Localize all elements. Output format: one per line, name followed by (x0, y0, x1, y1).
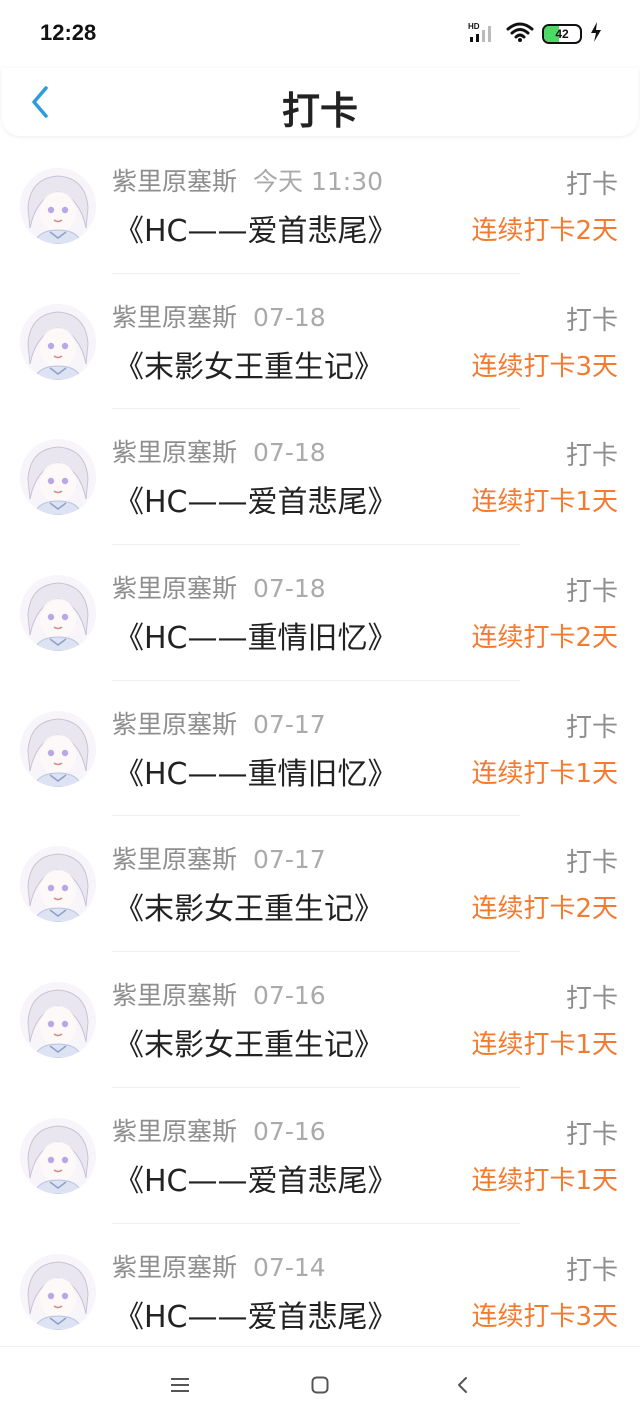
checkin-row[interactable]: 紫里原塞斯 07-18 《HC——重情旧忆》 打卡 连续打卡2天 (0, 545, 640, 681)
record-date: 07-18 (253, 302, 326, 332)
streak-label: 连续打卡2天 (471, 216, 618, 246)
streak-label: 连续打卡1天 (471, 1165, 618, 1196)
book-title[interactable]: 《HC——重情旧忆》 (114, 749, 398, 793)
avatar[interactable] (20, 303, 96, 380)
checkin-row[interactable]: 紫里原塞斯 07-17 《末影女王重生记》 打卡 连续打卡2天 (0, 816, 640, 953)
avatar[interactable] (20, 439, 96, 516)
record-meta: 紫里原塞斯 07-18 (112, 569, 326, 605)
record-date: 07-16 (253, 981, 326, 1011)
action-label: 打卡 (565, 1119, 618, 1150)
user-name[interactable]: 紫里原塞斯 (112, 710, 237, 739)
book-title[interactable]: 《末影女王重生记》 (114, 342, 384, 386)
action-label: 打卡 (565, 170, 618, 200)
menu-button[interactable] (160, 1365, 200, 1405)
streak-label: 连续打卡2天 (471, 623, 618, 654)
hd-signal-icon: HD (468, 21, 498, 47)
battery-icon: 42 (542, 24, 582, 44)
action-label: 打卡 (565, 441, 618, 472)
record-meta: 紫里原塞斯 07-17 (112, 705, 326, 741)
avatar[interactable] (20, 982, 96, 1059)
system-nav-bar (0, 1346, 640, 1422)
book-title[interactable]: 《HC——爱首悲尾》 (114, 477, 398, 521)
user-name[interactable]: 紫里原塞斯 (112, 845, 237, 874)
book-title[interactable]: 《HC——重情旧忆》 (114, 613, 398, 657)
action-label: 打卡 (565, 305, 618, 336)
checkin-row[interactable]: 紫里原塞斯 07-18 《HC——爱首悲尾》 打卡 连续打卡1天 (0, 409, 640, 546)
record-meta: 紫里原塞斯 07-17 (112, 840, 326, 876)
user-name[interactable]: 紫里原塞斯 (112, 438, 237, 467)
avatar[interactable] (20, 168, 96, 244)
action-label: 打卡 (565, 984, 618, 1015)
book-title[interactable]: 《HC——爱首悲尾》 (114, 1292, 398, 1336)
action-label: 打卡 (565, 848, 618, 879)
user-name[interactable]: 紫里原塞斯 (112, 1253, 237, 1282)
checkin-row[interactable]: 紫里原塞斯 07-16 《末影女王重生记》 打卡 连续打卡1天 (0, 952, 640, 1088)
user-name[interactable]: 紫里原塞斯 (112, 574, 237, 603)
avatar[interactable] (20, 575, 96, 652)
book-title[interactable]: 《末影女王重生记》 (114, 884, 384, 928)
user-name[interactable]: 紫里原塞斯 (112, 303, 237, 332)
menu-icon (171, 1378, 189, 1392)
streak-label: 连续打卡1天 (471, 1030, 618, 1061)
home-button[interactable] (300, 1365, 340, 1405)
record-date: 07-16 (253, 1116, 326, 1146)
charging-icon (590, 22, 602, 46)
status-time: 12:28 (40, 20, 97, 45)
header: 打卡 (2, 68, 638, 136)
checkin-row[interactable]: 紫里原塞斯 07-16 《HC——爱首悲尾》 打卡 连续打卡1天 (0, 1088, 640, 1224)
back-triangle-icon (458, 1377, 467, 1393)
action-label: 打卡 (565, 712, 618, 743)
nav-back-button[interactable] (442, 1365, 482, 1405)
avatar[interactable] (20, 710, 96, 787)
record-meta: 紫里原塞斯 07-18 (112, 298, 326, 334)
status-bar: 12:28 HD 42 (0, 0, 640, 68)
avatar[interactable] (20, 1117, 96, 1194)
book-title[interactable]: 《末影女王重生记》 (114, 1020, 384, 1064)
user-name[interactable]: 紫里原塞斯 (112, 1117, 237, 1146)
checkin-row[interactable]: 紫里原塞斯 07-17 《HC——重情旧忆》 打卡 连续打卡1天 (0, 681, 640, 817)
record-date: 07-14 (253, 1252, 326, 1282)
streak-label: 连续打卡1天 (471, 758, 618, 789)
avatar[interactable] (20, 846, 96, 923)
user-name[interactable]: 紫里原塞斯 (112, 167, 237, 196)
streak-label: 连续打卡2天 (471, 894, 618, 925)
record-date: 今天 11:30 (253, 167, 384, 196)
svg-text:HD: HD (468, 22, 480, 31)
status-icons: HD 42 (468, 22, 602, 46)
checkin-row[interactable]: 紫里原塞斯 07-14 《HC——爱首悲尾》 打卡 连续打卡3天 (0, 1224, 640, 1360)
record-meta: 紫里原塞斯 07-18 (112, 433, 326, 469)
record-meta: 紫里原塞斯 07-14 (112, 1248, 326, 1284)
checkin-row[interactable]: 紫里原塞斯 今天 11:30 《HC——爱首悲尾》 打卡 连续打卡2天 (0, 138, 640, 274)
record-meta: 紫里原塞斯 07-16 (112, 1112, 326, 1148)
record-date: 07-17 (253, 709, 326, 739)
book-title[interactable]: 《HC——爱首悲尾》 (114, 1156, 398, 1200)
record-date: 07-18 (253, 574, 326, 604)
action-label: 打卡 (565, 577, 618, 608)
record-date: 07-17 (253, 845, 326, 875)
user-name[interactable]: 紫里原塞斯 (112, 981, 237, 1010)
page-title: 打卡 (281, 89, 358, 133)
record-meta: 紫里原塞斯 07-16 (112, 976, 326, 1012)
wifi-icon (506, 21, 534, 47)
streak-label: 连续打卡3天 (471, 1301, 618, 1332)
record-meta: 紫里原塞斯 今天 11:30 (112, 162, 383, 198)
action-label: 打卡 (565, 1255, 618, 1286)
avatar[interactable] (20, 1253, 96, 1330)
battery-level: 42 (555, 27, 569, 41)
checkin-row[interactable]: 紫里原塞斯 07-18 《末影女王重生记》 打卡 连续打卡3天 (0, 274, 640, 410)
checkin-list: 紫里原塞斯 今天 11:30 《HC——爱首悲尾》 打卡 连续打卡2天 紫里原塞斯… (0, 138, 640, 1360)
book-title[interactable]: 《HC——爱首悲尾》 (114, 206, 398, 250)
streak-label: 连续打卡1天 (471, 487, 618, 518)
record-date: 07-18 (253, 438, 326, 468)
home-square-icon (311, 1376, 329, 1394)
streak-label: 连续打卡3天 (471, 351, 618, 382)
